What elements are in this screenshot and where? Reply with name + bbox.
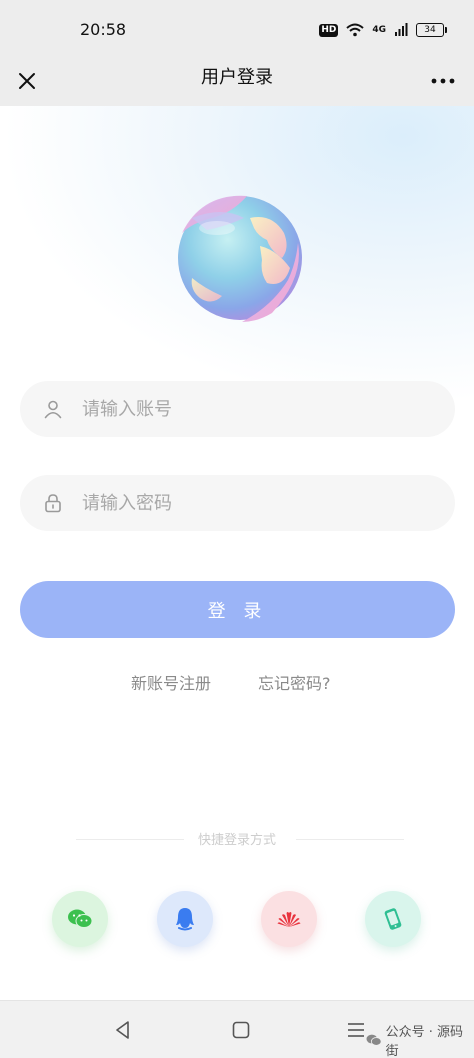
page-title: 用户登录 bbox=[201, 67, 273, 88]
status-icons: HD 4G 34 bbox=[319, 20, 447, 40]
phone-login-button[interactable] bbox=[365, 891, 421, 947]
globe-illustration bbox=[178, 195, 302, 322]
qq-icon bbox=[176, 908, 194, 931]
huawei-icon bbox=[277, 912, 301, 927]
nav-bar: 用户登录 bbox=[0, 56, 474, 106]
password-field[interactable] bbox=[20, 475, 455, 531]
system-nav-bar: 公众号 · 源码街 bbox=[0, 1000, 474, 1058]
wifi-icon bbox=[346, 23, 365, 37]
wechat-login-button[interactable] bbox=[52, 891, 108, 947]
wechat-official-icon bbox=[366, 1034, 382, 1046]
network-label: 4G bbox=[372, 25, 386, 35]
register-link[interactable]: 新账号注册 bbox=[131, 670, 211, 694]
user-icon bbox=[42, 398, 64, 420]
login-button[interactable]: 登 录 bbox=[20, 581, 455, 638]
qq-login-button[interactable] bbox=[157, 891, 213, 947]
status-bar: 20:58 HD 4G 34 bbox=[0, 0, 474, 56]
signal-icon bbox=[395, 23, 408, 36]
battery-icon: 34 bbox=[416, 23, 447, 37]
phone-icon bbox=[384, 908, 402, 930]
hd-badge: HD bbox=[319, 23, 339, 37]
status-time: 20:58 bbox=[80, 20, 127, 39]
back-triangle-icon[interactable] bbox=[112, 1019, 134, 1041]
huawei-login-button[interactable] bbox=[261, 891, 317, 947]
more-icon bbox=[431, 78, 455, 84]
more-button[interactable] bbox=[428, 66, 458, 96]
account-input[interactable] bbox=[82, 398, 402, 420]
forgot-password-link[interactable]: 忘记密码? bbox=[258, 670, 331, 694]
watermark: 公众号 · 源码街 bbox=[366, 1021, 474, 1058]
menu-lines-icon[interactable] bbox=[346, 1021, 366, 1039]
lock-icon bbox=[42, 492, 64, 514]
account-field[interactable] bbox=[20, 381, 455, 437]
watermark-text: 公众号 · 源码街 bbox=[385, 1025, 464, 1058]
divider-right bbox=[296, 839, 404, 840]
wechat-icon bbox=[68, 909, 93, 928]
password-input[interactable] bbox=[82, 492, 402, 514]
home-square-icon[interactable] bbox=[231, 1020, 251, 1040]
